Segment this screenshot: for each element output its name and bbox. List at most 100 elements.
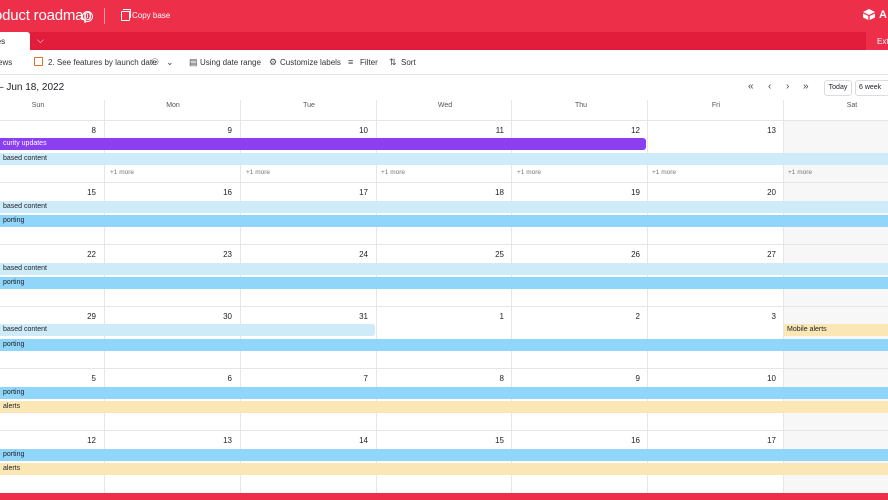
day-number: 31	[359, 312, 368, 321]
day-number: 17	[359, 188, 368, 197]
calendar-range-icon: ▤	[189, 57, 198, 67]
event-bar[interactable]: based content	[0, 324, 375, 336]
day-number: 13	[767, 126, 776, 135]
copy-icon[interactable]	[121, 9, 131, 21]
more-link[interactable]: +1 more	[652, 169, 676, 176]
day-number: 3	[771, 312, 776, 321]
day-number: 12	[631, 126, 640, 135]
chevron-down-icon[interactable]: ⌵	[37, 35, 44, 46]
week-divider	[0, 120, 888, 121]
day-number: 16	[631, 436, 640, 445]
base-title[interactable]: oduct roadmap	[0, 7, 92, 24]
event-bar[interactable]: curity updates	[0, 138, 646, 150]
calendar-icon	[34, 57, 43, 66]
customize-labels-button[interactable]: Customize labels	[280, 58, 341, 67]
weekday-mon: Mon	[166, 102, 180, 109]
day-number: 15	[495, 436, 504, 445]
day-number: 5	[91, 374, 96, 383]
next-icon[interactable]: ›	[786, 81, 789, 92]
event-bar[interactable]: alerts	[0, 401, 888, 413]
view-toolbar: ews 2. See features by launch date ⚇ ⌄ ▤…	[0, 50, 888, 75]
sort-icon: ⇅	[389, 57, 397, 67]
event-bar[interactable]: alerts	[0, 463, 888, 475]
day-number: 12	[87, 436, 96, 445]
more-link[interactable]: +1 more	[381, 169, 405, 176]
event-bar[interactable]: based content	[0, 153, 888, 165]
tab-label: res	[0, 37, 6, 46]
people-icon: ⚇	[151, 57, 160, 67]
more-link[interactable]: +1 more	[517, 169, 541, 176]
day-number: 24	[359, 250, 368, 259]
day-number: 17	[767, 436, 776, 445]
day-number: 2	[635, 312, 640, 321]
week-span-select[interactable]: 6 week	[855, 80, 888, 96]
extensions-label: Ext	[877, 37, 888, 46]
today-button[interactable]: Today	[824, 80, 852, 96]
day-number: 10	[767, 374, 776, 383]
weekday-fri: Fri	[711, 102, 721, 109]
day-number: 14	[359, 436, 368, 445]
day-number: 16	[223, 188, 232, 197]
more-link[interactable]: +1 more	[788, 169, 812, 176]
date-range-button[interactable]: Using date range	[200, 58, 261, 67]
day-number: 25	[495, 250, 504, 259]
views-button[interactable]: ews	[0, 58, 12, 67]
weekday-sat: Sat	[846, 102, 858, 109]
view-name[interactable]: 2. See features by launch date	[48, 58, 157, 67]
day-number: 11	[495, 126, 504, 135]
info-icon[interactable]: i	[82, 11, 93, 22]
gear-icon: ⚙	[269, 57, 278, 67]
logo-icon	[863, 9, 875, 20]
weekday-tue: Tue	[303, 102, 315, 109]
day-number: 6	[227, 374, 232, 383]
copy-base-button[interactable]: Copy base	[132, 11, 170, 20]
day-number: 7	[363, 374, 368, 383]
event-bar[interactable]: porting	[0, 387, 888, 399]
day-number: 9	[635, 374, 640, 383]
day-number: 10	[359, 126, 368, 135]
week-divider	[0, 244, 888, 245]
event-bar[interactable]: based content	[0, 201, 888, 213]
day-number: 27	[767, 250, 776, 259]
day-number: 22	[87, 250, 96, 259]
day-number: 8	[499, 374, 504, 383]
day-number: 29	[87, 312, 96, 321]
week-divider	[0, 182, 888, 183]
weekday-sun: Sun	[31, 102, 45, 109]
weekday-wed: Wed	[437, 102, 453, 109]
week-divider	[0, 368, 888, 369]
more-link[interactable]: +1 more	[246, 169, 270, 176]
jump-back-icon[interactable]: «	[748, 81, 754, 92]
event-bar[interactable]: porting	[0, 215, 888, 227]
week-divider	[0, 306, 888, 307]
jump-forward-icon[interactable]: »	[803, 81, 809, 92]
tab-features[interactable]: res	[0, 32, 30, 50]
day-number: 26	[631, 250, 640, 259]
chevron-down-icon[interactable]: ⌄	[166, 57, 174, 68]
day-number: 20	[767, 188, 776, 197]
divider	[104, 8, 105, 24]
event-bar[interactable]: Mobile alerts	[784, 324, 888, 336]
day-number: 8	[91, 126, 96, 135]
day-number: 23	[223, 250, 232, 259]
event-bar[interactable]: porting	[0, 339, 888, 351]
sort-button[interactable]: Sort	[401, 58, 416, 67]
date-range-label: – Jun 18, 2022	[0, 82, 65, 93]
bottom-bar	[0, 493, 888, 500]
day-number: 19	[631, 188, 640, 197]
event-bar[interactable]: porting	[0, 277, 888, 289]
day-number: 1	[499, 312, 504, 321]
day-number: 13	[223, 436, 232, 445]
day-number: 30	[223, 312, 232, 321]
event-bar[interactable]: based content	[0, 263, 888, 275]
day-number: 9	[227, 126, 232, 135]
weekday-thu: Thu	[574, 102, 588, 109]
top-bar: oduct roadmap i Copy base A	[0, 0, 888, 32]
prev-icon[interactable]: ‹	[768, 81, 771, 92]
event-bar[interactable]: porting	[0, 449, 888, 461]
more-link[interactable]: +1 more	[110, 169, 134, 176]
filter-button[interactable]: Filter	[360, 58, 378, 67]
table-tab-bar: res ⌵ Ext	[0, 32, 888, 50]
day-number: 18	[495, 188, 504, 197]
logo-text: A	[879, 9, 887, 21]
